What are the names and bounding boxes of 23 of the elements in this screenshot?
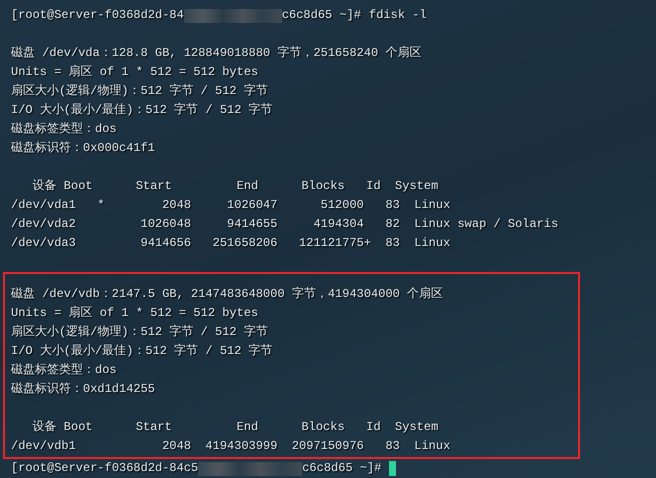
output-line: 磁盘标签类型：dos (11, 121, 117, 138)
output-line: 磁盘标识符：0x000c41f1 (11, 140, 156, 157)
partition-row-text: /dev/vda3 9414656 251658206 121121775+ 83 Linux (11, 235, 450, 252)
output-line: I/O 大小(最小/最佳)：512 字节 / 512 字节 (11, 342, 273, 360)
output-line: 磁盘标识符：0xd1d14255 (11, 381, 156, 398)
output-line: 磁盘 /dev/vda：128.8 GB, 128849018880 字节，251658240 个扇区 (11, 44, 422, 62)
output-line: I/O 大小(最小/最佳)：512 字节 / 512 字节 (11, 102, 273, 119)
prompt-text: c6c8d65 ~]# (282, 7, 362, 24)
output-line: Units = 扇区 of 1 * 512 = 512 bytes (11, 64, 258, 81)
output-line: Units = 扇区 of 1 * 512 = 512 bytes (11, 304, 258, 322)
output-line: 磁盘 /dev/vdb：2147.5 GB, 2147483648000 字节，4194304000 个扇区 (11, 286, 444, 303)
output-line: 磁盘标签类型：dos (11, 362, 117, 379)
command-text: fdisk -l (369, 7, 427, 24)
output-line: 扇区大小(逻辑/物理)：512 字节 / 512 字节 (11, 82, 268, 100)
prompt-text: [root@Server-f0368d2d-84 (11, 7, 184, 24)
partition-row-text: /dev/vdb1 2048 4194303999 2097150976 83 Linux (11, 438, 450, 455)
partition-row-text: /dev/vda2 1026048 9414655 4194304 82 Linux swap / Solaris (11, 216, 558, 233)
table-header: 设备 Boot Start End Blocks Id System (32, 419, 438, 436)
output-line: 扇区大小(逻辑/物理)：512 字节 / 512 字节 (11, 324, 268, 341)
partition-row-text: /dev/vda1 * 2048 1026047 512000 83 Linux (11, 197, 450, 214)
prompt-text: [root@Server-f0368d2d-84c5 (11, 460, 198, 477)
prompt-text: c6c8d65 ~]# (302, 460, 382, 477)
table-header: 设备 Boot Start End Blocks Id System (32, 178, 438, 195)
